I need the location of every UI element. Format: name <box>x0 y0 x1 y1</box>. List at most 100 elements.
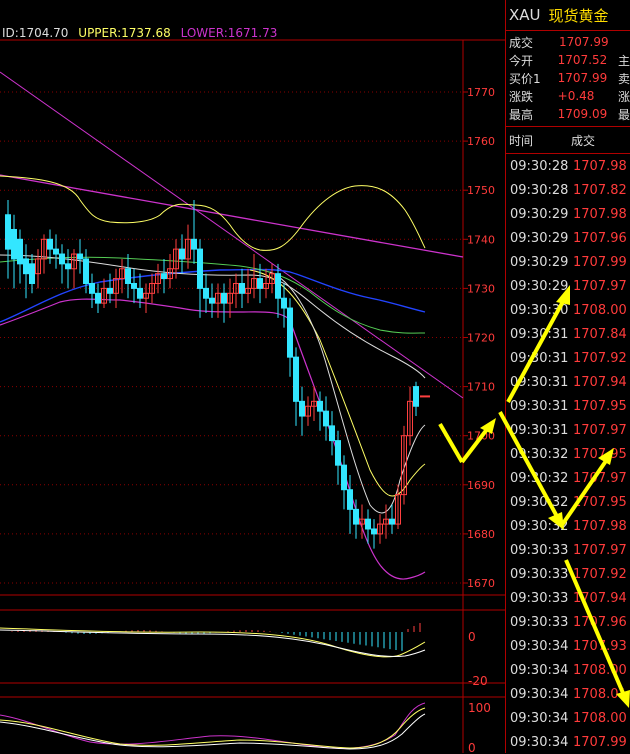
quote-extra: 最 <box>617 107 630 122</box>
tick-row[interactable]: 09:30:31 1707.84 <box>506 322 630 346</box>
macd-dea <box>0 629 426 657</box>
tick-row[interactable]: 09:30:31 1707.95 <box>506 394 630 418</box>
quote-label: 今开 <box>509 53 534 68</box>
bollinger-lower <box>0 298 426 580</box>
tick-row[interactable]: 09:30:34 1708.01 <box>506 682 630 706</box>
candle-down <box>329 425 335 442</box>
tick-row[interactable]: 09:30:34 1707.93 <box>506 634 630 658</box>
quote-label: 成交 <box>509 35 534 50</box>
quote-row: 买价1 1707.99 卖 <box>506 69 630 87</box>
tick-row[interactable]: 09:30:31 1707.92 <box>506 346 630 370</box>
tick-time: 09:30:28 <box>510 182 569 198</box>
symbol-name: 现货黄金 <box>548 6 609 25</box>
tick-row[interactable]: 09:30:32 1707.95 <box>506 442 630 466</box>
price-tick-label: 1680 <box>467 528 495 541</box>
arrow-down-1 <box>438 422 464 464</box>
tick-row[interactable]: 09:30:32 1707.98 <box>506 514 630 538</box>
tick-time: 09:30:32 <box>510 446 569 462</box>
tick-price: 1707.99 <box>573 734 627 750</box>
candle-down <box>23 258 29 275</box>
tick-time: 09:30:30 <box>510 302 569 318</box>
tick-price: 1707.99 <box>573 254 627 270</box>
quote-value: 1709.09 <box>557 107 608 121</box>
tick-price: 1707.95 <box>573 446 627 462</box>
candle-down <box>323 410 329 427</box>
tick-row[interactable]: 09:30:32 1707.95 <box>506 490 630 514</box>
tick-price: 1707.92 <box>573 350 627 366</box>
price-tick-label: 1730 <box>467 282 495 295</box>
tick-price: 1707.97 <box>573 542 627 558</box>
candle-down <box>257 278 263 289</box>
tick-price: 1707.98 <box>573 518 627 534</box>
candle-down <box>413 386 419 407</box>
quote-value: 1707.99 <box>559 35 609 49</box>
candle-down <box>179 248 185 260</box>
tick-row[interactable]: 09:30:29 1707.97 <box>506 274 630 298</box>
candle-down <box>275 273 281 299</box>
tick-price: 1707.98 <box>573 206 627 222</box>
trend-line-steep <box>0 71 464 399</box>
indicator-legend: ID:1704.70 UPPER:1737.68 LOWER:1671.73 <box>2 26 277 40</box>
quote-row: 最高 1709.09 最 <box>506 105 630 123</box>
tick-row[interactable]: 09:30:33 1707.94 <box>506 586 630 610</box>
candle-down <box>89 282 95 294</box>
tick-row[interactable]: 09:30:28 1707.82 <box>506 178 630 202</box>
tick-price: 1707.84 <box>573 326 627 342</box>
tick-price: 1707.95 <box>573 494 627 510</box>
quote-value: 1707.52 <box>557 53 608 67</box>
candle-down <box>125 268 131 284</box>
tick-list[interactable]: 09:30:28 1707.98 09:30:28 1707.82 09:30:29 17… <box>506 154 630 754</box>
candle-down <box>77 253 83 260</box>
tick-time: 09:30:32 <box>510 494 569 510</box>
tick-row[interactable]: 09:30:31 1707.94 <box>506 370 630 394</box>
tick-price: 1707.82 <box>573 182 627 198</box>
price-tick-label: 1670 <box>467 577 495 590</box>
tick-time: 09:30:31 <box>510 422 569 438</box>
tick-time: 09:30:33 <box>510 542 569 558</box>
candle-down <box>11 228 17 260</box>
tick-row[interactable]: 09:30:33 1707.96 <box>506 610 630 634</box>
quote-value: +0.48 <box>557 89 595 103</box>
tick-row[interactable]: 09:30:29 1707.99 <box>506 250 630 274</box>
legend-mid: ID:1704.70 <box>2 26 68 40</box>
tick-row[interactable]: 09:30:29 1707.98 <box>506 202 630 226</box>
candle-down <box>371 528 377 535</box>
tick-price: 1708.00 <box>573 302 627 318</box>
tick-row[interactable]: 09:30:29 1707.96 <box>506 226 630 250</box>
candle-down <box>299 400 305 417</box>
price-tick-label: 1710 <box>467 381 495 394</box>
tick-price: 1707.94 <box>573 590 627 606</box>
candle-down <box>83 258 89 284</box>
tick-row[interactable]: 09:30:34 1708.00 <box>506 658 630 682</box>
candle-down <box>59 253 65 265</box>
price-chart[interactable]: ID:1704.70 UPPER:1737.68 LOWER:1671.73 1… <box>0 0 505 753</box>
tick-row[interactable]: 09:30:28 1707.98 <box>506 154 630 178</box>
quote-list: 成交 1707.99 今开 1707.52 主买价1 1707.99 卖涨跌 +0.48 涨最高… <box>506 31 630 123</box>
kdj-panel <box>0 702 426 750</box>
tick-row[interactable]: 09:30:34 1708.00 <box>506 706 630 730</box>
candle-down <box>95 292 101 304</box>
candle-down <box>107 287 113 294</box>
tick-row[interactable]: 09:30:33 1707.92 <box>506 562 630 586</box>
tick-row[interactable]: 09:30:30 1708.00 <box>506 298 630 322</box>
ticks-header: 时间 成交 <box>506 126 630 154</box>
tick-time: 09:30:34 <box>510 710 569 726</box>
quote-side-panel: XAU 现货黄金 成交 1707.99 今开 1707.52 主买价1 1707.99 卖涨… <box>505 0 630 753</box>
tick-row[interactable]: 09:30:32 1707.97 <box>506 466 630 490</box>
tick-time: 09:30:29 <box>510 278 569 294</box>
tick-price: 1707.94 <box>573 374 627 390</box>
candle-down <box>131 282 137 289</box>
macd-minus20-label: -20 <box>468 674 488 688</box>
candle-down <box>317 400 323 412</box>
quote-extra: 卖 <box>617 71 630 86</box>
price-tick-label: 1740 <box>467 233 495 246</box>
tick-row[interactable]: 09:30:33 1707.97 <box>506 538 630 562</box>
tick-price: 1708.01 <box>573 686 627 702</box>
tick-time: 09:30:33 <box>510 566 569 582</box>
tick-price: 1708.00 <box>573 710 627 726</box>
tick-row[interactable]: 09:30:34 1707.99 <box>506 730 630 754</box>
candle-down <box>353 508 359 525</box>
tick-time: 09:30:33 <box>510 590 569 606</box>
tick-row[interactable]: 09:30:31 1707.97 <box>506 418 630 442</box>
quote-extra: 涨 <box>617 89 630 104</box>
